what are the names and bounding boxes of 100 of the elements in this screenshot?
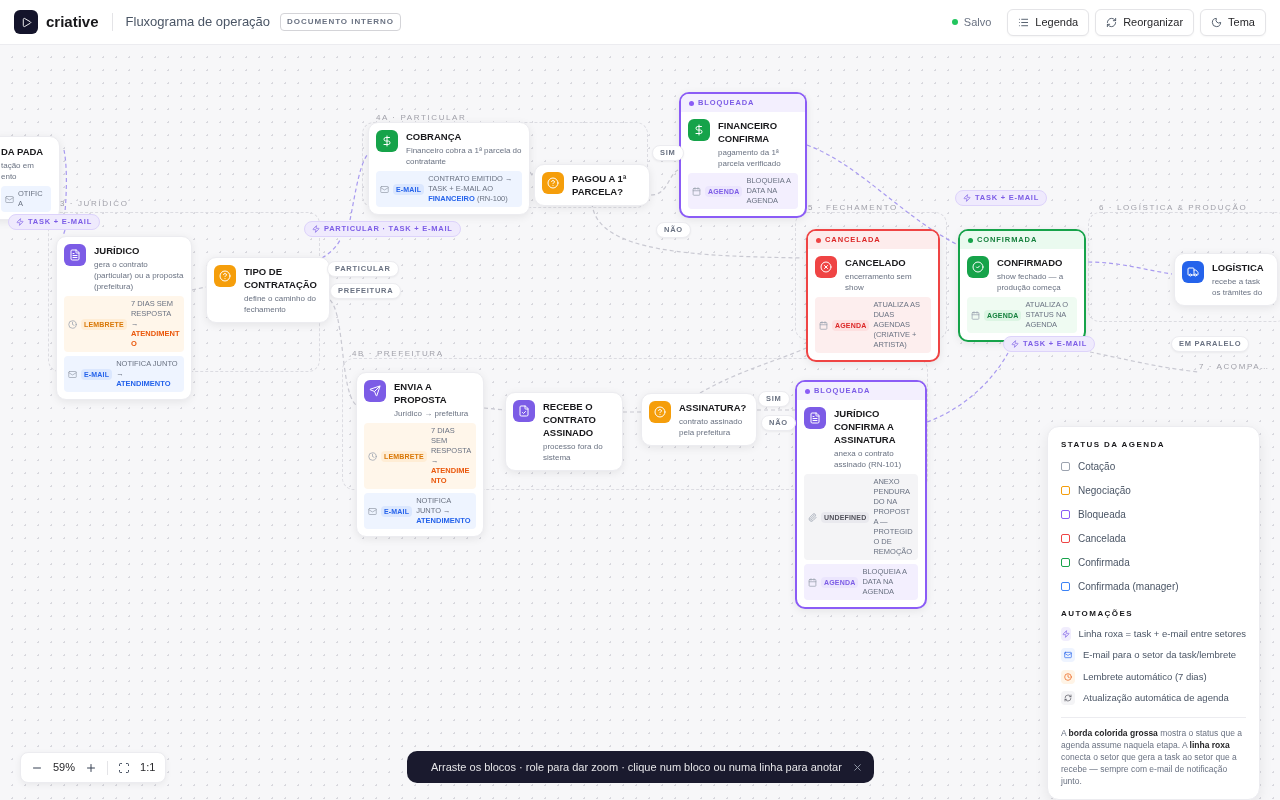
toolbar-button[interactable]: Tema — [1200, 8, 1266, 36]
lane-label: 3 · JURÍDICO — [60, 198, 129, 210]
document-title: Fluxograma de operação — [125, 13, 271, 32]
node-title: ENVIA A PROPOSTA — [394, 380, 448, 406]
lane-label: 4A · PARTICULAR — [376, 112, 467, 124]
status-name: Cancelada — [1078, 532, 1126, 546]
node-title: TIPO DE CONTRATAÇÃO — [244, 265, 318, 291]
node-title: JURÍDICO CONFIRMA A ASSINATURA — [834, 407, 897, 446]
close-button[interactable] — [851, 761, 863, 773]
node-title: COBRANÇA — [406, 130, 463, 143]
node-title: ASSINATURA? — [679, 401, 748, 414]
node-description: pagamento da 1ª parcela verificado — [718, 147, 782, 169]
connector-line[interactable] — [806, 144, 959, 246]
automation-description: Lembrete automático (7 dias) — [1083, 669, 1207, 684]
node-title: CONFIRMADO — [997, 256, 1064, 269]
node-description: contrato assinado pela prefeitura — [679, 416, 744, 438]
node-description: define o caminho do fechamento — [244, 293, 318, 315]
dollar-icon — [688, 119, 710, 141]
node-title: LOGÍSTICA — [1212, 261, 1265, 274]
node-description: Jurídico → prefeitura — [394, 408, 470, 419]
flow-node[interactable]: LOGÍSTICA recebe a task os trâmites do — [1174, 253, 1278, 306]
logo-icon — [14, 10, 38, 34]
status-name: Confirmada — [1078, 556, 1130, 570]
fit-view-icon — [118, 761, 131, 774]
status-name: Confirmada (manager) — [1078, 580, 1179, 594]
toolbar-button[interactable]: Legenda — [1007, 8, 1090, 36]
automation-description: Linha roxa = task + e-mail entre setores — [1078, 627, 1246, 641]
lightning-icon — [16, 218, 24, 226]
document-check-icon — [513, 400, 535, 422]
connector-line[interactable] — [1087, 261, 1173, 275]
legend-heading: AUTOMAÇÕES — [1061, 608, 1135, 620]
status-name: Cotação — [1078, 460, 1116, 474]
clock-icon — [68, 319, 77, 329]
node-title: DA PADA — [1, 145, 45, 158]
reset-zoom-button[interactable]: 1:1 — [140, 759, 156, 776]
flow-node[interactable]: TIPO DE CONTRATAÇÃO define o caminho do fechamento — [206, 257, 330, 323]
flow-node[interactable]: PAGOU A 1ª PARCELA? — [534, 164, 650, 206]
send-icon — [364, 380, 386, 402]
calendar-icon — [692, 186, 701, 196]
save-status: Salvo — [963, 14, 992, 30]
node-title: FINANCEIRO CONFIRMA — [718, 119, 779, 145]
brand-name: criative — [46, 11, 99, 32]
connector-line[interactable] — [926, 352, 1009, 423]
node-title: PAGOU A 1ª PARCELA? — [572, 172, 628, 198]
node-description: Financeiro cobra a 1ª parcela do contratante — [406, 145, 522, 167]
question-icon — [542, 172, 564, 194]
close-icon — [851, 761, 863, 773]
node-description: tação em ento — [1, 160, 35, 182]
question-icon — [214, 265, 236, 287]
node-description: recebe a task os trâmites do — [1212, 276, 1264, 298]
mail-icon — [1061, 648, 1075, 663]
flow-node[interactable]: RECEBE O CONTRATO ASSINADO processo fora do sistema — [505, 392, 623, 471]
node-title: JURÍDICO — [94, 244, 141, 257]
mail-icon — [368, 506, 377, 516]
node-description: show fechado — a produção começa — [997, 271, 1065, 293]
flow-node[interactable]: ASSINATURA? contrato assinado pela prefeitura — [641, 393, 757, 446]
calendar-icon — [808, 577, 817, 587]
moon-icon — [1211, 16, 1223, 28]
lane-label: 4B · PREFEITURA — [352, 348, 444, 360]
truck-icon — [1182, 261, 1204, 283]
lightning-icon — [1061, 627, 1071, 642]
question-icon — [649, 401, 671, 423]
lane-label: 6 · LOGÍSTICA & PRODUÇÃO — [1099, 202, 1248, 214]
automation-description: E-mail para o setor da task/lembrete — [1083, 648, 1237, 663]
status-name: Bloqueada — [1078, 508, 1126, 522]
node-description: processo fora do sistema — [543, 441, 604, 463]
node-title: RECEBE O CONTRATO ASSINADO — [543, 400, 597, 439]
lane-label: 5 · FECHAMENTO — [808, 202, 898, 214]
mail-icon — [5, 194, 14, 204]
node-title: CANCELADO — [845, 256, 907, 269]
node-description: encerramento sem show — [845, 271, 913, 293]
legend-note: A borda colorida grossa mostra o status que a agenda assume naquela etapa. A linha roxa conecta o setor que gera a task ao setor que a recebe — sempre com e-mail de notificação junto. — [1061, 727, 1243, 787]
connector-line[interactable] — [62, 229, 66, 237]
lightning-icon — [1011, 340, 1019, 348]
lane-label: 7 · ACOMPA… — [1199, 361, 1270, 373]
list-icon — [1018, 16, 1030, 28]
zoom-in-button[interactable] — [85, 761, 98, 774]
lightning-icon — [312, 225, 320, 233]
fit-view-button[interactable] — [118, 761, 131, 774]
paperclip-icon — [808, 512, 817, 522]
calendar-icon — [971, 310, 980, 320]
refresh-icon — [1061, 690, 1075, 705]
lightning-icon — [963, 194, 971, 202]
mail-icon — [380, 184, 389, 194]
cancel-icon — [815, 256, 837, 278]
document-icon — [64, 244, 86, 266]
document-badge: DOCUMENTO INTERNO — [280, 13, 401, 31]
node-description: gera o contrato (particular) ou a proposta (prefeitura) — [94, 259, 184, 292]
mail-icon — [68, 369, 77, 379]
refresh-icon — [1106, 16, 1118, 28]
connector-line[interactable] — [63, 149, 67, 213]
toolbar-button[interactable]: Reorganizar — [1095, 8, 1195, 36]
document-icon — [804, 407, 826, 429]
automation-description: Atualização automática de agenda — [1083, 690, 1229, 705]
clock-icon — [1061, 669, 1075, 684]
hint-text: Arraste os blocos · role para dar zoom · clique num bloco ou numa linha para anotar — [431, 759, 842, 775]
node-description: anexa o contrato assinado (RN-101) — [834, 448, 903, 470]
zoom-level: 59% — [53, 760, 76, 776]
plus-icon — [85, 761, 98, 774]
status-name: Negociação — [1078, 484, 1131, 498]
